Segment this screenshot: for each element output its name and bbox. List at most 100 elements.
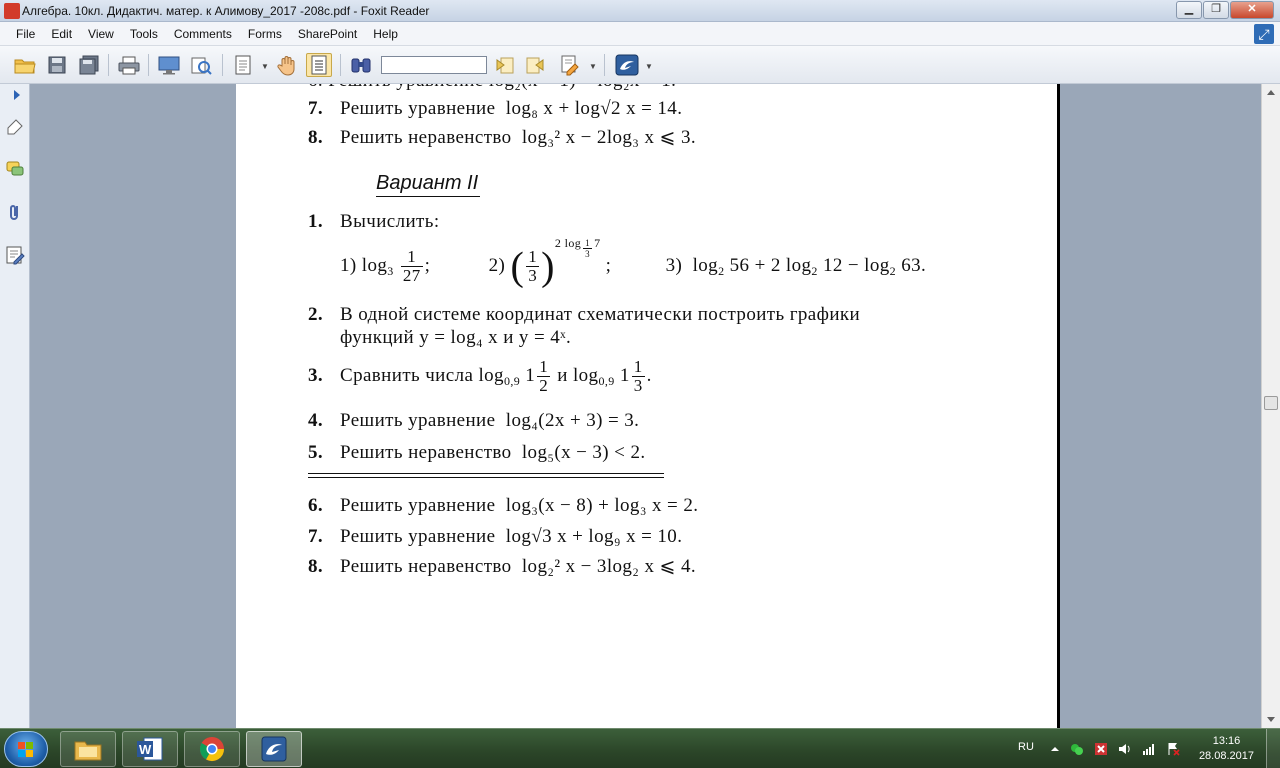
question-verb: Решить неравенство xyxy=(340,556,512,577)
expand-panel-icon[interactable] xyxy=(14,90,20,100)
highlight-icon[interactable] xyxy=(558,53,584,77)
question-expression: log₅(x − 3) < 2. xyxy=(521,442,646,463)
close-paren: ) xyxy=(541,243,555,289)
question-text: Вычислить: xyxy=(340,211,440,232)
highlight-dropdown-icon[interactable]: ▼ xyxy=(589,62,597,71)
question-6: 6. Решить уравнение log₃(x − 8) + log₃ x … xyxy=(308,495,698,517)
scan-icon[interactable] xyxy=(188,53,214,77)
question-verb: Решить уравнение xyxy=(340,526,496,547)
question-number: 7. xyxy=(308,526,324,547)
taskbar-chrome[interactable] xyxy=(184,731,240,767)
bookmark-icon[interactable] xyxy=(5,116,25,136)
show-hidden-icons-icon[interactable] xyxy=(1048,742,1062,756)
language-indicator[interactable]: RU xyxy=(1018,741,1034,753)
question-number: 4. xyxy=(308,410,324,431)
action-center-flag-icon[interactable] xyxy=(1166,742,1180,756)
scroll-up-button[interactable] xyxy=(1262,84,1280,101)
hand-icon[interactable] xyxy=(274,53,300,77)
question-7: 7. Решить уравнение log√3 x + log₉ x = 10… xyxy=(308,526,682,548)
menu-view[interactable]: View xyxy=(80,27,122,41)
toolbar: ▼ ▼ ▼ xyxy=(0,46,1280,84)
windows-explorer-icon xyxy=(74,741,102,761)
security-alert-icon[interactable] xyxy=(1094,742,1108,756)
svg-text:W: W xyxy=(139,742,152,757)
signature-icon[interactable] xyxy=(5,245,25,265)
log-base: 2 xyxy=(889,264,897,278)
prev-match-icon[interactable] xyxy=(492,53,518,77)
print-icon[interactable] xyxy=(116,53,142,77)
item-number: 8. xyxy=(308,127,324,148)
foxit-logo-icon[interactable] xyxy=(614,53,640,77)
item-expression: log₃² x − 2log₃ x ⩽ 3. xyxy=(521,127,697,148)
question-end: . xyxy=(646,365,652,386)
scroll-down-button[interactable] xyxy=(1262,711,1280,728)
document-area[interactable]: 6. Решить уравнение log₂(x − 1) + log₂x … xyxy=(31,84,1261,728)
wechat-icon[interactable] xyxy=(1070,742,1084,756)
taskbar-explorer[interactable] xyxy=(60,731,116,767)
foxit-reader-icon xyxy=(261,736,287,762)
find-binoculars-icon[interactable] xyxy=(348,53,374,77)
menu-forms[interactable]: Forms xyxy=(240,27,290,41)
start-button[interactable] xyxy=(4,731,48,767)
foxit-app-icon[interactable] xyxy=(4,3,20,19)
question-1: 1. Вычислить: xyxy=(308,211,440,233)
question-number: 2. xyxy=(308,304,324,325)
question-expression: log₃(x − 8) + log₃ x = 2. xyxy=(505,495,699,516)
menu-bar: File Edit View Tools Comments Forms Shar… xyxy=(0,22,1280,46)
taskbar-word[interactable]: W xyxy=(122,731,178,767)
clock-date: 28.08.2017 xyxy=(1198,750,1254,762)
attachment-icon[interactable] xyxy=(5,202,25,222)
scrollbar-thumb[interactable] xyxy=(1264,396,1278,410)
item-8-previous: 8. Решить неравенство log₃² x − 2log₃ x ⩽… xyxy=(308,126,696,149)
expand-icon[interactable]: ⤢ xyxy=(1254,24,1274,44)
log-base: 2 xyxy=(811,264,818,278)
fraction-denominator: 3 xyxy=(633,376,643,396)
menu-file[interactable]: File xyxy=(8,27,43,41)
vertical-scrollbar[interactable] xyxy=(1261,84,1280,728)
expr-segment: 56 + 2 log xyxy=(724,255,812,276)
question-expression: log₄(2x + 3) = 3. xyxy=(505,410,640,431)
foxit-dropdown-icon[interactable]: ▼ xyxy=(645,62,653,71)
find-input[interactable] xyxy=(381,56,487,74)
part-1-label: 1) xyxy=(340,255,357,276)
question-number: 5. xyxy=(308,442,324,463)
screen-icon[interactable] xyxy=(156,53,182,77)
fraction-numerator: 1 xyxy=(631,357,645,378)
next-match-icon[interactable] xyxy=(522,53,548,77)
network-signal-icon[interactable] xyxy=(1142,742,1156,756)
question-expression: log√3 x + log₉ x = 10. xyxy=(505,526,683,547)
menu-sharepoint[interactable]: SharePoint xyxy=(290,27,365,41)
save-icon[interactable] xyxy=(44,53,70,77)
fraction-numerator: 1 xyxy=(526,247,540,268)
page-icon[interactable] xyxy=(230,53,256,77)
page-dropdown-icon[interactable]: ▼ xyxy=(261,62,269,71)
open-folder-icon[interactable] xyxy=(12,53,38,77)
mixed-whole: 1 xyxy=(525,365,536,386)
menu-help[interactable]: Help xyxy=(365,27,406,41)
clock[interactable]: 13:16 28.08.2017 xyxy=(1199,734,1254,764)
volume-icon[interactable] xyxy=(1118,742,1132,756)
minimize-button[interactable]: ▁ xyxy=(1176,1,1202,19)
windows-logo-icon xyxy=(18,742,33,757)
select-text-icon[interactable] xyxy=(306,53,332,77)
item-verb: Решить неравенство xyxy=(340,127,512,148)
restore-button[interactable]: ❐ xyxy=(1203,1,1229,19)
menu-comments[interactable]: Comments xyxy=(166,27,240,41)
menu-edit[interactable]: Edit xyxy=(43,27,80,41)
save-all-icon[interactable] xyxy=(76,53,102,77)
taskbar-foxit[interactable] xyxy=(246,731,302,767)
comments-icon[interactable] xyxy=(5,159,25,179)
question-number: 6. xyxy=(308,495,324,516)
divider-line-bottom xyxy=(308,477,664,478)
question-text: В одной системе координат схематически п… xyxy=(340,304,861,325)
show-desktop-button[interactable] xyxy=(1266,729,1280,768)
mixed-whole: 1 xyxy=(619,365,630,386)
navigation-panel xyxy=(0,84,30,728)
question-5: 5. Решить неравенство log₅(x − 3) < 2. xyxy=(308,442,646,464)
part-2-label: 2) xyxy=(488,255,506,276)
item-verb: Решить уравнение xyxy=(340,98,496,119)
menu-tools[interactable]: Tools xyxy=(122,27,166,41)
mixed-fraction-2: 13 xyxy=(631,357,645,396)
log-base: 0,9 xyxy=(503,374,521,388)
close-button[interactable]: ✕ xyxy=(1230,1,1274,19)
